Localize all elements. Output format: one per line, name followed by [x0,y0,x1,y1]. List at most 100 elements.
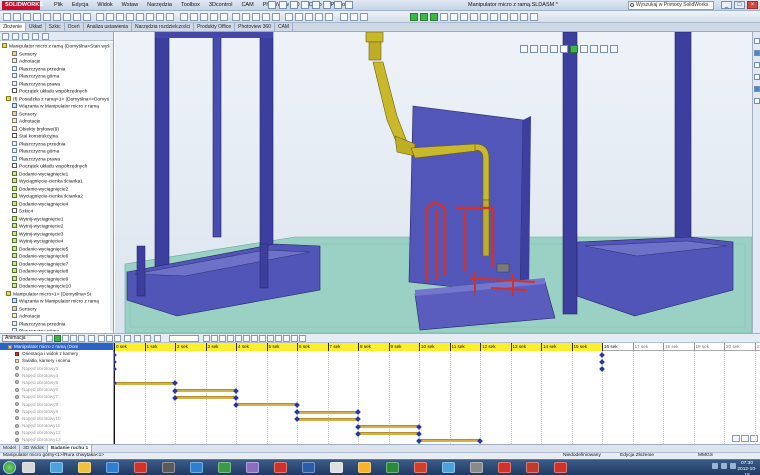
feature-tree-tab-icon[interactable] [2,33,9,40]
toolbar-command-icon[interactable] [272,13,280,21]
menu-item[interactable]: Wstaw [122,1,139,10]
toolbar-command-icon[interactable] [210,13,218,21]
design-library-icon[interactable] [754,50,760,56]
motion-tool-icon[interactable] [211,335,218,342]
bottom-tab[interactable]: 3D Widok [20,445,48,452]
feature-tree-item[interactable]: Wytnij-wyciągnięcie4 [0,238,112,246]
taskbar-app-icon[interactable] [218,462,231,473]
view-settings-icon[interactable] [610,45,618,53]
motion-command-icon[interactable] [88,335,95,342]
taskbar-clock[interactable]: 07:30 2012-10-18 [736,461,758,475]
view-command-icon[interactable] [450,13,458,21]
toolbar-command-icon[interactable] [180,13,188,21]
view-command-icon[interactable] [430,13,438,21]
hide-show-icon[interactable] [580,45,588,53]
command-tab[interactable]: Układ [26,23,46,31]
feature-tree-item[interactable]: Płaszczyzna górna [0,73,112,81]
minimize-button[interactable]: _ [721,1,732,9]
save-icon[interactable] [290,1,298,9]
taskbar-app-icon[interactable] [358,462,371,473]
motion-command-icon[interactable] [78,335,85,342]
feature-tree-item[interactable]: Sensory [0,305,112,314]
feature-tree-item[interactable]: Płaszczyzna prawa [0,80,112,89]
taskbar-app-icon[interactable] [78,462,91,473]
feature-tree-item[interactable]: Płaszczyzna prawa [0,155,112,164]
volume-icon[interactable] [721,463,727,469]
motion-tree-item[interactable]: Napęd obrotowy4 [0,372,113,379]
view-command-icon[interactable] [460,13,468,21]
feature-tree-item[interactable]: Płaszczyzna górna [0,328,112,331]
keyframe-marker[interactable] [114,358,117,365]
toolbar-command-icon[interactable] [262,13,270,21]
feature-tree-item[interactable]: Płaszczyzna przednia [0,320,112,329]
menu-item[interactable]: Toolbox [181,1,200,10]
maximize-button[interactable]: □ [734,1,745,9]
feature-tree-item[interactable]: Adnotacje [0,118,112,126]
file-explorer-icon[interactable] [754,62,760,68]
motion-command-icon[interactable] [70,335,77,342]
motion-command-icon[interactable] [154,335,161,342]
graphics-viewport[interactable] [115,32,752,333]
toolbar-command-icon[interactable] [220,13,228,21]
view-command-icon[interactable] [480,13,488,21]
select-icon[interactable] [323,1,331,9]
toolbar-command-icon[interactable] [33,13,41,21]
command-tab[interactable]: Photoview 360 [235,23,275,31]
feature-tree-item[interactable]: Sensory [0,110,112,119]
keyframe-marker[interactable] [233,387,239,394]
view-command-icon[interactable] [420,13,428,21]
dimxpert-tab-icon[interactable] [32,33,39,40]
new-file-icon[interactable] [268,1,276,9]
taskbar-app-icon[interactable] [498,462,511,473]
view-command-icon[interactable] [470,13,478,21]
feature-tree-item[interactable]: Dodanie-wyciągnięcie2 [0,185,112,194]
taskbar-app-icon[interactable] [330,462,343,473]
toolbar-command-icon[interactable] [200,13,208,21]
view-command-icon[interactable] [520,13,528,21]
taskbar-app-icon[interactable] [134,462,147,473]
motion-command-icon[interactable] [134,335,141,342]
toolbar-command-icon[interactable] [360,13,368,21]
motor-time-bar[interactable] [297,410,358,414]
motion-tree-item[interactable]: Napęd obrotowy9 [0,408,113,415]
previous-view-icon[interactable] [540,45,548,53]
feature-tree-item[interactable]: Wyciągnięcie-cienka ścianka1 [0,178,112,186]
toolbar-command-icon[interactable] [53,13,61,21]
network-icon[interactable] [712,463,718,469]
menu-item[interactable]: Narzędzia [147,1,172,10]
motion-tree-item[interactable]: Manipulator micro z ramą (Dom [0,343,113,351]
solidworks-logo[interactable]: SOLIDWORKS [2,1,43,10]
motor-time-bar[interactable] [297,417,358,421]
toolbar-command-icon[interactable] [23,13,31,21]
property-manager-tab-icon[interactable] [12,33,19,40]
custom-properties-icon[interactable] [754,98,760,104]
motion-tool-icon[interactable] [227,335,234,342]
feature-tree-item[interactable]: Płaszczyzna przednia [0,65,112,74]
zoom-out-icon[interactable] [741,435,749,442]
taskbar-app-icon[interactable] [50,462,63,473]
keyframe-marker[interactable] [599,366,605,372]
motion-tree-item[interactable]: Napęd obrotowy7 [0,393,113,400]
toolbar-command-icon[interactable] [340,13,348,21]
feature-tree-item[interactable]: Manipulator micro<1> (Domyślna<St [0,290,112,299]
section-view-icon[interactable] [550,45,558,53]
edit-appearance-icon[interactable] [590,45,598,53]
keyframe-marker[interactable] [355,409,361,415]
motion-tree-item[interactable]: Napęd obrotowy3 [0,365,113,372]
keyframe-marker[interactable] [294,416,300,423]
view-command-icon[interactable] [530,13,538,21]
feature-tree-item[interactable]: Adnotacje [0,313,112,321]
feature-tree-item[interactable]: Początek układu współrzędnych [0,88,112,96]
close-button[interactable]: × [747,1,758,9]
toolbar-command-icon[interactable] [232,13,240,21]
undo-icon[interactable] [312,1,320,9]
feature-tree-item[interactable]: Początek układu współrzędnych [0,163,112,171]
motion-command-icon[interactable] [98,335,105,342]
toolbar-command-icon[interactable] [106,13,114,21]
zoom-in-icon[interactable] [732,435,740,442]
keyframe-marker[interactable] [416,430,422,437]
keyframe-marker[interactable] [172,380,178,387]
taskbar-app-icon[interactable] [22,462,35,473]
toolbar-command-icon[interactable] [63,13,71,21]
toolbar-command-icon[interactable] [43,13,51,21]
